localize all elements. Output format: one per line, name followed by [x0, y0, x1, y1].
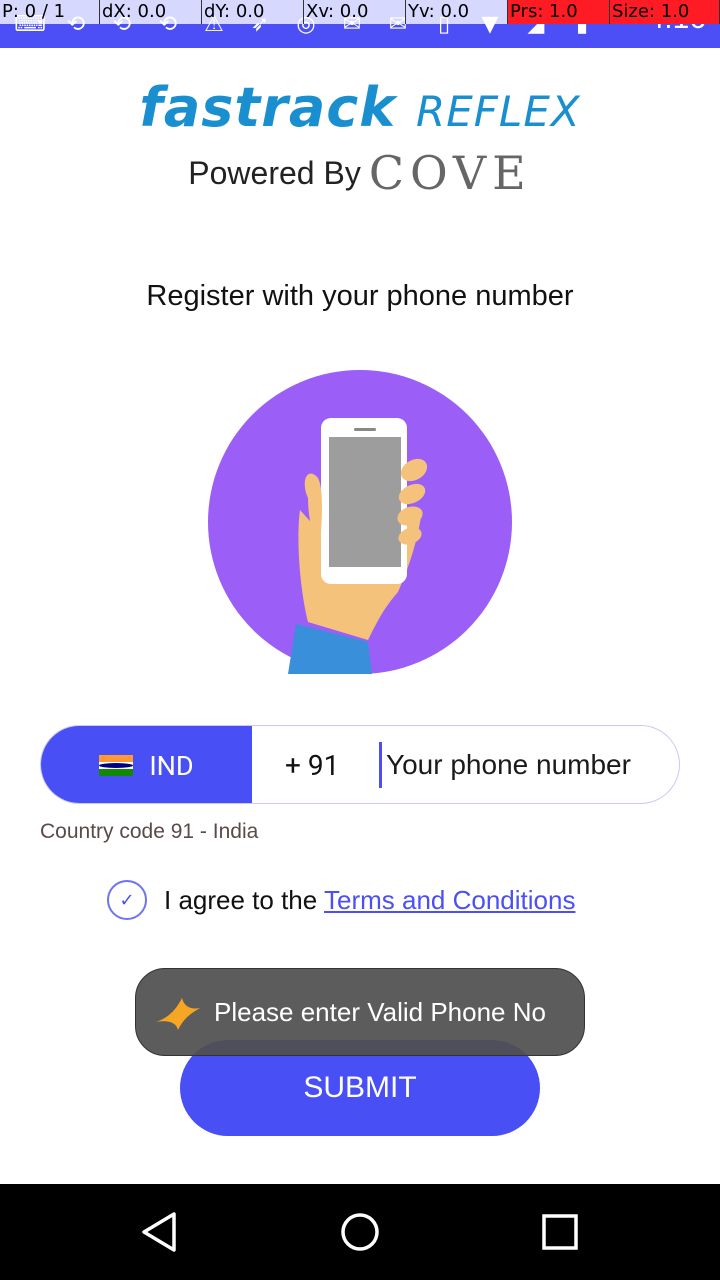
country-code-hint: Country code 91 - India — [40, 820, 259, 843]
debug-xv: Xv: 0.0 — [304, 0, 406, 24]
navigation-bar — [0, 1184, 720, 1280]
debug-dy: dY: 0.0 — [202, 0, 304, 24]
logo-wordmark: fastrack REFLEX — [0, 78, 720, 142]
agree-text: I agree to the Terms and Conditions — [164, 885, 575, 916]
india-flag-icon — [99, 754, 134, 777]
back-icon[interactable] — [136, 1208, 184, 1256]
debug-pointer: P: 0 / 1 — [0, 0, 100, 24]
app-logo: fastrack REFLEX Powered By COVE — [0, 78, 720, 201]
debug-dx: dX: 0.0 — [100, 0, 202, 24]
recents-icon[interactable] — [536, 1208, 584, 1256]
phone-in-hand-illustration — [208, 370, 512, 674]
debug-size: Size: 1.0 — [610, 0, 720, 24]
debug-yv: Yv: 0.0 — [406, 0, 508, 24]
dial-code: + 91 — [285, 749, 340, 782]
logo-powered-by: Powered By — [188, 154, 361, 191]
terms-agreement: ✓ I agree to the Terms and Conditions — [107, 880, 575, 920]
pointer-debug-overlay: P: 0 / 1 dX: 0.0 dY: 0.0 Xv: 0.0 Yv: 0.0… — [0, 0, 720, 26]
logo-subline: Powered By COVE — [0, 146, 720, 200]
toast-text: Please enter Valid Phone No — [214, 996, 546, 1027]
logo-partner: COVE — [368, 146, 532, 200]
checkmark-icon: ✓ — [119, 889, 135, 911]
toast-message: Please enter Valid Phone No — [135, 968, 585, 1056]
country-selector[interactable]: IND — [41, 726, 252, 803]
logo-brand: fastrack — [139, 76, 397, 139]
country-code-label: IND — [149, 749, 194, 782]
phone-number-input[interactable] — [379, 742, 669, 788]
home-icon[interactable] — [336, 1208, 384, 1256]
logo-product: REFLEX — [416, 87, 581, 136]
page-title: Register with your phone number — [146, 280, 574, 312]
phone-input-group: IND + 91 — [40, 725, 680, 804]
fastrack-icon — [156, 998, 200, 1030]
agree-checkbox[interactable]: ✓ — [107, 880, 147, 920]
agree-prefix: I agree to the — [164, 884, 318, 915]
terms-link[interactable]: Terms and Conditions — [324, 885, 575, 915]
debug-pressure: Prs: 1.0 — [508, 0, 610, 24]
